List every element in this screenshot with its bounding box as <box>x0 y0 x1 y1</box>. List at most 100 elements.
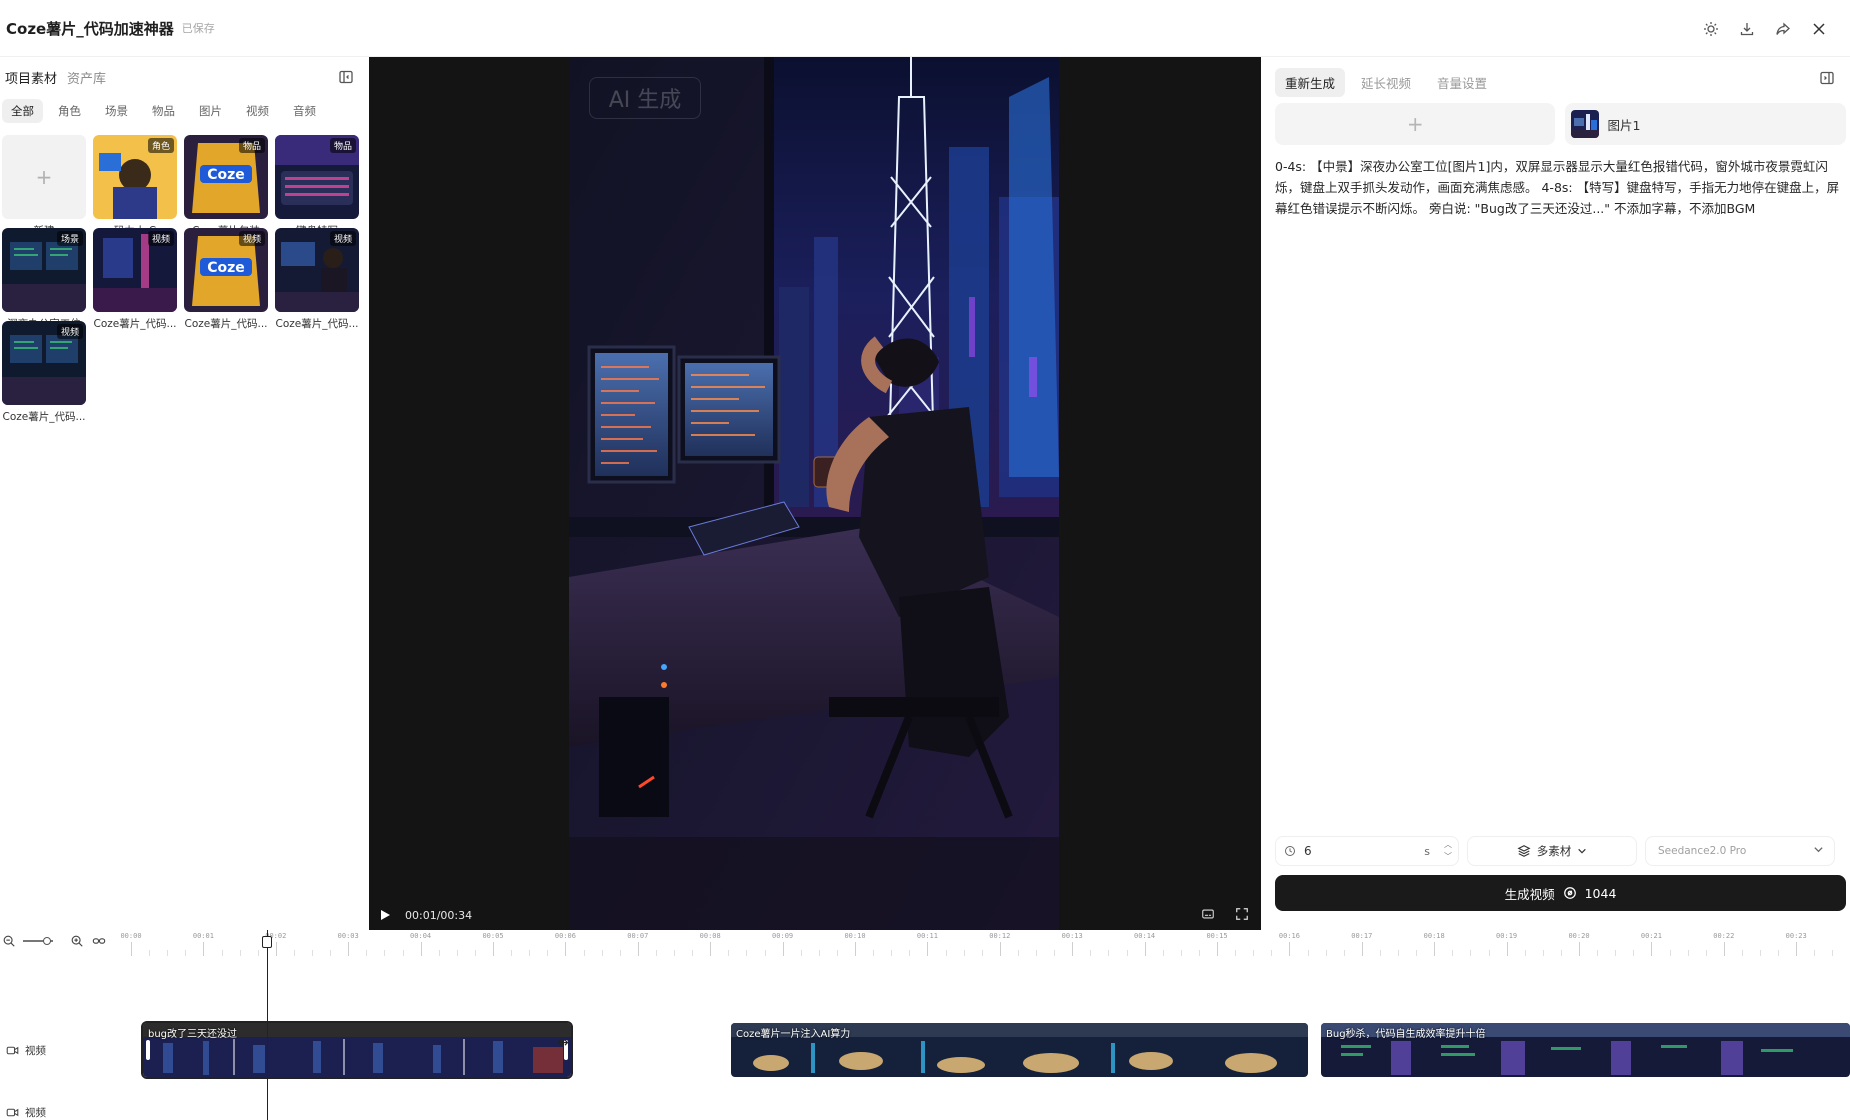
download-icon[interactable] <box>1736 18 1758 40</box>
svg-text:Coze: Coze <box>207 167 245 183</box>
tick-label: 00:04 <box>410 932 432 940</box>
filter-character[interactable]: 角色 <box>49 99 90 123</box>
layers-icon <box>1517 844 1531 858</box>
major-tick <box>1723 942 1725 956</box>
new-asset-card[interactable]: + 新建 <box>2 135 86 238</box>
chevron-down-icon <box>1813 844 1824 858</box>
minor-tick <box>1162 950 1164 956</box>
track-label-video-2: 视频 <box>6 1105 46 1120</box>
minor-tick <box>239 950 241 956</box>
duration-unit: s <box>1424 844 1430 858</box>
title-actions <box>1700 18 1830 40</box>
major-tick <box>1796 942 1798 956</box>
minor-tick <box>1778 950 1780 956</box>
zoom-in-icon[interactable] <box>70 934 84 948</box>
asset-type-badge: 视频 <box>147 231 174 246</box>
fullscreen-icon[interactable] <box>1235 907 1251 923</box>
minor-tick <box>909 950 911 956</box>
filter-image[interactable]: 图片 <box>190 99 231 123</box>
major-tick <box>927 942 929 956</box>
zoom-out-icon[interactable] <box>2 934 16 948</box>
filter-scene[interactable]: 场景 <box>96 99 137 123</box>
stepper-arrows[interactable]: ︿ ﹀ <box>1444 839 1452 863</box>
tick-label: 00:11 <box>916 932 938 940</box>
collapse-panel-icon[interactable] <box>1816 67 1838 89</box>
share-icon[interactable] <box>1772 18 1794 40</box>
filter-video[interactable]: 视频 <box>237 99 278 123</box>
asset-card[interactable]: 视频 Coze薯片_代码... <box>275 228 359 331</box>
asset-card[interactable]: 视频 Coze薯片_代码... <box>93 228 177 331</box>
asset-type-badge: 角色 <box>147 138 174 153</box>
video-preview[interactable]: AI 生成 00:01/00:34 <box>369 57 1261 930</box>
add-reference-button[interactable]: + <box>1275 103 1556 145</box>
subtitle-icon[interactable] <box>1201 907 1217 923</box>
reference-row: + 图片1 <box>1275 103 1846 145</box>
tick-label: 00:22 <box>1713 932 1735 940</box>
minor-tick <box>384 950 386 956</box>
minor-tick <box>402 950 404 956</box>
duration-stepper[interactable]: 6 s ︿ ﹀ <box>1275 836 1459 866</box>
minor-tick <box>1560 950 1562 956</box>
tab-extend-video[interactable]: 延长视频 <box>1351 68 1421 97</box>
model-select[interactable]: Seedance2.0 Pro <box>1645 836 1835 866</box>
timeline-clip-1[interactable]: bug改了三天还没过 <box>141 1021 573 1079</box>
asset-card[interactable]: Coze 视频 Coze薯片_代码... <box>184 228 268 331</box>
collapse-panel-icon[interactable] <box>335 66 357 88</box>
tick-label: 00:20 <box>1568 932 1590 940</box>
minor-tick <box>1054 950 1056 956</box>
chevron-down-icon[interactable]: ﹀ <box>1444 851 1452 863</box>
chevron-up-icon[interactable]: ︿ <box>1444 839 1452 851</box>
asset-card[interactable]: Coze物品Coze薯片包装 <box>184 135 268 238</box>
tab-regenerate[interactable]: 重新生成 <box>1275 68 1346 97</box>
minor-tick <box>511 950 513 956</box>
asset-filters: 全部 角色 场景 物品 图片 视频 音频 <box>2 99 325 123</box>
tab-volume-settings[interactable]: 音量设置 <box>1427 68 1497 97</box>
minor-tick <box>601 950 603 956</box>
major-tick <box>637 942 639 956</box>
tab-project-assets[interactable]: 项目素材 <box>5 68 57 87</box>
asset-card[interactable]: 场景深夜办公室工位 <box>2 228 86 331</box>
filter-all[interactable]: 全部 <box>2 99 43 123</box>
material-mode-select[interactable]: 多素材 <box>1467 836 1637 866</box>
reference-image-chip[interactable]: 图片1 <box>1565 103 1846 145</box>
major-tick <box>1289 942 1291 956</box>
minor-tick <box>438 950 440 956</box>
timeline-clip-3[interactable]: Bug秒杀，代码自生成效率提升十倍 <box>1321 1023 1850 1077</box>
major-tick <box>275 942 277 956</box>
tab-asset-library[interactable]: 资产库 <box>67 68 106 87</box>
time-ruler[interactable]: 00:00 00:01 00:02 00:03 00:04 00:05 00:06 00:07… <box>100 930 1850 960</box>
tick-label: 00:03 <box>337 932 359 940</box>
sun-icon[interactable] <box>1700 18 1722 40</box>
filter-item[interactable]: 物品 <box>143 99 184 123</box>
asset-thumbnail: 视频 <box>93 228 177 312</box>
zoom-slider-knob[interactable] <box>43 937 51 945</box>
filter-audio[interactable]: 音频 <box>284 99 325 123</box>
minor-tick <box>963 950 965 956</box>
minor-tick <box>1760 950 1761 956</box>
credits-icon <box>1563 886 1577 900</box>
zoom-slider[interactable] <box>23 937 53 945</box>
play-icon[interactable] <box>379 908 393 922</box>
close-icon[interactable] <box>1808 18 1830 40</box>
clip-trim-handle-left[interactable] <box>146 1040 150 1060</box>
tick-label: 00:10 <box>844 932 866 940</box>
asset-card[interactable]: 物品键盘特写 <box>275 135 359 238</box>
minor-tick <box>674 950 675 956</box>
tick-label: 00:01 <box>192 932 214 940</box>
generation-tabs: 重新生成 延长视频 音量设置 <box>1275 68 1497 97</box>
prompt-text[interactable]: 0-4s: 【中景】深夜办公室工位[图片1]内，双屏显示器显示大量红色报错代码，… <box>1275 156 1841 219</box>
playhead[interactable] <box>267 930 268 1120</box>
chevron-down-icon <box>1577 846 1587 856</box>
asset-type-badge: 视频 <box>238 231 265 246</box>
save-status: 已保存 <box>181 22 215 35</box>
asset-card[interactable]: 角色码力小 C <box>93 135 177 238</box>
preview-image <box>569 57 1059 930</box>
generate-label: 生成视频 <box>1504 886 1555 902</box>
minor-tick <box>1126 950 1128 956</box>
generate-video-button[interactable]: 生成视频 1044 <box>1275 875 1846 911</box>
asset-card[interactable]: 视频 Coze薯片_代码... <box>2 321 86 424</box>
playhead-handle[interactable] <box>262 936 272 948</box>
minor-tick <box>728 950 730 956</box>
asset-type-badge: 物品 <box>329 138 356 153</box>
timeline-clip-2[interactable]: Coze薯片一片注入AI算力 <box>731 1023 1308 1077</box>
